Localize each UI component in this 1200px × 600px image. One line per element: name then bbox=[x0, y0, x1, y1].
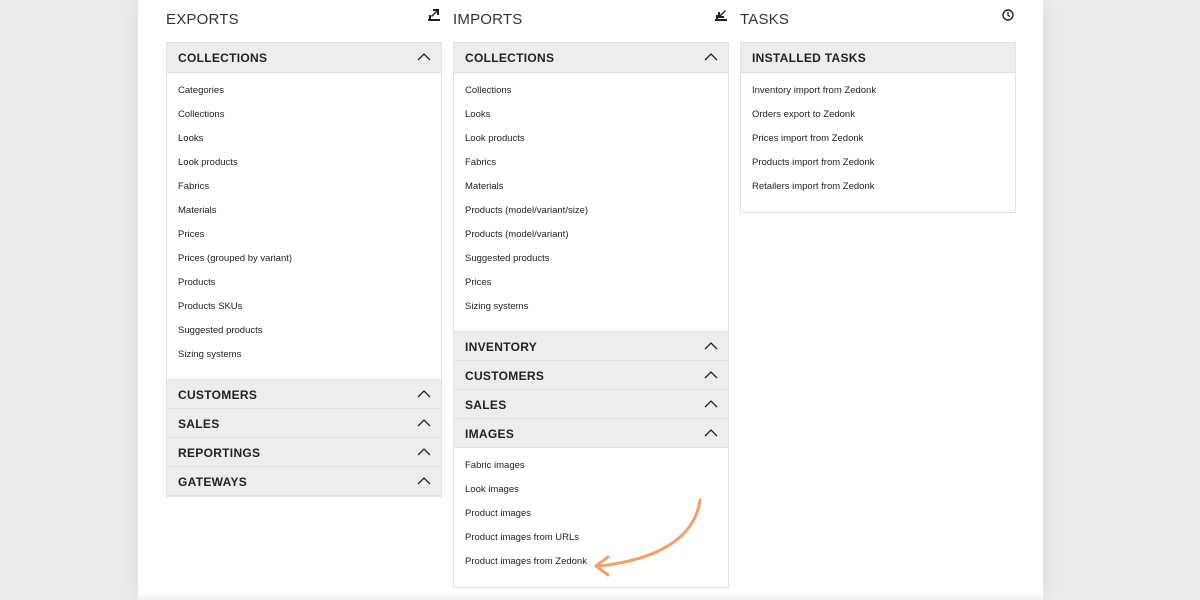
exports-section-reportings[interactable]: REPORTINGS bbox=[167, 437, 441, 467]
list-item[interactable]: Fabric images bbox=[454, 459, 728, 483]
section-label: REPORTINGS bbox=[178, 446, 261, 460]
exports-section-sales[interactable]: SALES bbox=[167, 408, 441, 438]
chevron-up-icon[interactable] bbox=[704, 52, 718, 62]
section-label: COLLECTIONS bbox=[178, 51, 268, 65]
list-item[interactable]: Fabrics bbox=[454, 156, 728, 180]
chevron-up-icon[interactable] bbox=[417, 476, 431, 486]
page-shadow bbox=[138, 592, 1043, 600]
list-item[interactable]: Retailers import from Zedonk bbox=[741, 180, 1015, 204]
list-item[interactable]: Prices (grouped by variant) bbox=[167, 252, 441, 276]
section-label: CUSTOMERS bbox=[465, 369, 545, 383]
annotation-arrow-icon bbox=[594, 498, 702, 577]
exports-section-customers[interactable]: CUSTOMERS bbox=[167, 379, 441, 409]
list-item[interactable]: Materials bbox=[454, 180, 728, 204]
list-item[interactable]: Suggested products bbox=[167, 324, 441, 348]
tasks-title: TASKS bbox=[740, 11, 790, 28]
chevron-up-icon[interactable] bbox=[704, 428, 718, 438]
exports-header: EXPORTS bbox=[166, 0, 442, 42]
exports-title: EXPORTS bbox=[166, 11, 239, 28]
clock-icon[interactable] bbox=[1002, 9, 1014, 21]
exports-column: EXPORTS COLLECTIONS Categories Collectio… bbox=[166, 0, 442, 497]
section-label: CUSTOMERS bbox=[178, 388, 258, 402]
imports-collections-list: Collections Looks Look products Fabrics … bbox=[454, 73, 728, 332]
chevron-up-icon[interactable] bbox=[704, 370, 718, 380]
imports-header: IMPORTS bbox=[453, 0, 729, 42]
list-item[interactable]: Sizing systems bbox=[454, 300, 728, 324]
section-label: SALES bbox=[465, 398, 507, 412]
list-item[interactable]: Look products bbox=[167, 156, 441, 180]
list-item[interactable]: Look products bbox=[454, 132, 728, 156]
import-icon[interactable] bbox=[715, 9, 727, 21]
section-label: INVENTORY bbox=[465, 340, 538, 354]
exports-section-collections[interactable]: COLLECTIONS bbox=[167, 43, 441, 73]
list-item[interactable]: Prices bbox=[454, 276, 728, 300]
tasks-section-installed: INSTALLED TASKS bbox=[741, 43, 1015, 73]
export-icon[interactable] bbox=[428, 9, 440, 21]
chevron-up-icon[interactable] bbox=[417, 389, 431, 399]
list-item[interactable]: Products (model/variant) bbox=[454, 228, 728, 252]
imports-section-sales[interactable]: SALES bbox=[454, 389, 728, 419]
chevron-up-icon[interactable] bbox=[417, 52, 431, 62]
list-item[interactable]: Fabrics bbox=[167, 180, 441, 204]
list-item[interactable]: Suggested products bbox=[454, 252, 728, 276]
imports-section-images[interactable]: IMAGES bbox=[454, 418, 728, 448]
tasks-header: TASKS bbox=[740, 0, 1016, 42]
list-item[interactable]: Prices bbox=[167, 228, 441, 252]
section-label: GATEWAYS bbox=[178, 475, 248, 489]
list-item[interactable]: Products SKUs bbox=[167, 300, 441, 324]
list-item[interactable]: Looks bbox=[167, 132, 441, 156]
exports-panel: COLLECTIONS Categories Collections Looks… bbox=[166, 42, 442, 497]
section-label: IMAGES bbox=[465, 427, 515, 441]
list-item[interactable]: Categories bbox=[167, 84, 441, 108]
exports-section-gateways[interactable]: GATEWAYS bbox=[167, 466, 441, 496]
list-item[interactable]: Prices import from Zedonk bbox=[741, 132, 1015, 156]
imports-section-inventory[interactable]: INVENTORY bbox=[454, 331, 728, 361]
section-label: INSTALLED TASKS bbox=[752, 51, 867, 65]
exports-collections-list: Categories Collections Looks Look produc… bbox=[167, 73, 441, 380]
imports-section-customers[interactable]: CUSTOMERS bbox=[454, 360, 728, 390]
installed-tasks-list: Inventory import from Zedonk Orders expo… bbox=[741, 73, 1015, 212]
chevron-up-icon[interactable] bbox=[417, 447, 431, 457]
list-item[interactable]: Products import from Zedonk bbox=[741, 156, 1015, 180]
list-item[interactable]: Sizing systems bbox=[167, 348, 441, 372]
list-item[interactable]: Inventory import from Zedonk bbox=[741, 84, 1015, 108]
list-item[interactable]: Looks bbox=[454, 108, 728, 132]
list-item[interactable]: Materials bbox=[167, 204, 441, 228]
list-item[interactable]: Products bbox=[167, 276, 441, 300]
chevron-up-icon[interactable] bbox=[704, 399, 718, 409]
chevron-up-icon[interactable] bbox=[704, 341, 718, 351]
chevron-up-icon[interactable] bbox=[417, 418, 431, 428]
list-item[interactable]: Collections bbox=[454, 84, 728, 108]
section-label: COLLECTIONS bbox=[465, 51, 555, 65]
list-item[interactable]: Products (model/variant/size) bbox=[454, 204, 728, 228]
tasks-column: TASKS INSTALLED TASKS Inventory import f… bbox=[740, 0, 1016, 213]
imports-title: IMPORTS bbox=[453, 11, 523, 28]
section-label: SALES bbox=[178, 417, 220, 431]
imports-section-collections[interactable]: COLLECTIONS bbox=[454, 43, 728, 73]
list-item[interactable]: Orders export to Zedonk bbox=[741, 108, 1015, 132]
tasks-panel: INSTALLED TASKS Inventory import from Ze… bbox=[740, 42, 1016, 213]
list-item[interactable]: Collections bbox=[167, 108, 441, 132]
